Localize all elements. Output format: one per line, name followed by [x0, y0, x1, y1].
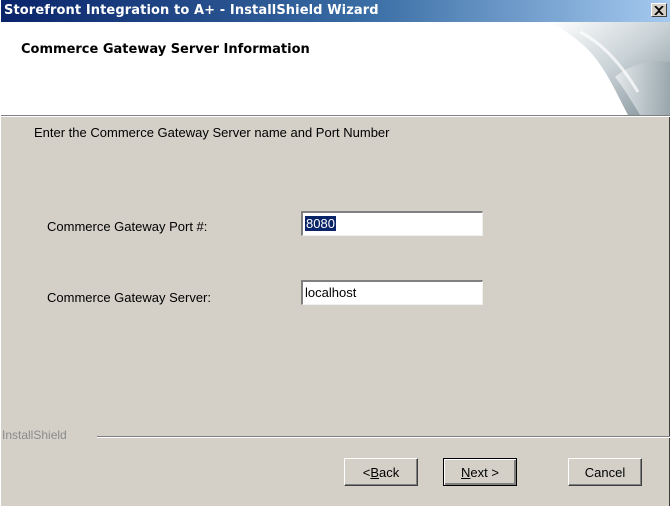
port-input[interactable]: 8080 [301, 211, 483, 236]
back-button-mnemonic: B [370, 464, 380, 480]
wizard-header: Commerce Gateway Server Information [1, 22, 670, 115]
window-title: Storefront Integration to A+ - InstallSh… [4, 3, 379, 18]
header-divider-highlight [1, 116, 670, 117]
close-button[interactable] [651, 3, 667, 17]
server-label: Commerce Gateway Server: [47, 290, 211, 305]
next-button-rest: ext > [470, 464, 499, 480]
server-input-value: localhost [305, 285, 357, 300]
instructions-text: Enter the Commerce Gateway Server name a… [34, 125, 390, 140]
back-button-prefix: < [362, 464, 371, 480]
installshield-brand-label: InstallShield [2, 428, 67, 442]
port-label: Commerce Gateway Port #: [47, 219, 208, 234]
back-button[interactable]: < Back [344, 458, 418, 486]
cancel-button[interactable]: Cancel [568, 458, 642, 486]
installshield-wizard-window: Storefront Integration to A+ - InstallSh… [0, 0, 670, 506]
close-icon [654, 5, 664, 15]
back-button-rest: ack [379, 464, 400, 480]
server-input[interactable]: localhost [301, 280, 483, 305]
footer-divider-highlight [97, 437, 670, 438]
port-input-value: 8080 [305, 216, 336, 231]
header-title: Commerce Gateway Server Information [21, 42, 310, 57]
next-button[interactable]: Next > [443, 458, 517, 486]
next-button-mnemonic: N [461, 464, 471, 480]
installshield-swirl-icon [550, 22, 670, 115]
title-bar[interactable]: Storefront Integration to A+ - InstallSh… [1, 0, 670, 22]
